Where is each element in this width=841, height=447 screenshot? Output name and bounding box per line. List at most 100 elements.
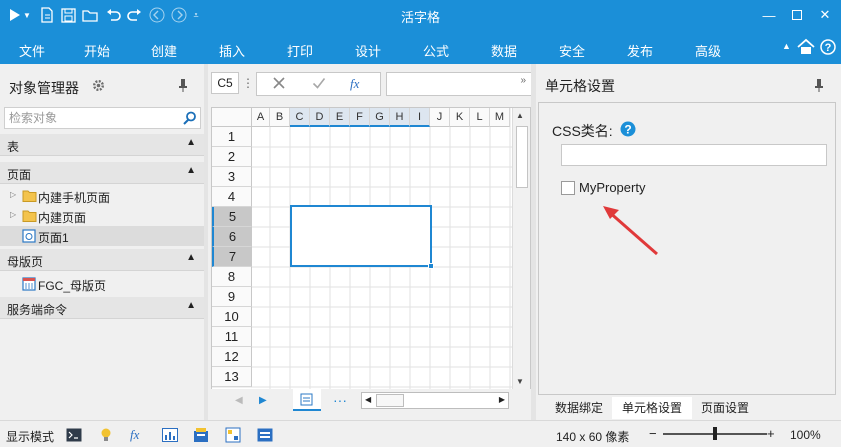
- menu-insert[interactable]: 插入: [219, 41, 245, 60]
- row-header[interactable]: 3: [212, 167, 252, 187]
- minimize-icon[interactable]: —: [758, 4, 780, 26]
- row-header[interactable]: 11: [212, 327, 252, 347]
- row-header[interactable]: 13: [212, 367, 252, 387]
- tree-item-master-page[interactable]: FGC_母版页: [0, 274, 204, 294]
- fill-handle[interactable]: [428, 263, 434, 269]
- menu-home[interactable]: 开始: [84, 41, 110, 60]
- scroll-down-icon[interactable]: ▼: [516, 377, 524, 386]
- column-header[interactable]: M: [490, 108, 510, 127]
- toolbox-icon[interactable]: [193, 427, 209, 443]
- pin-icon[interactable]: [814, 78, 824, 95]
- expand-formula-icon[interactable]: »: [520, 75, 526, 86]
- formula-input[interactable]: »: [386, 72, 532, 96]
- row-header[interactable]: 2: [212, 147, 252, 167]
- section-server-commands[interactable]: 服务端命令 ▲: [0, 297, 204, 319]
- collapse-icon[interactable]: ▲: [186, 165, 196, 176]
- row-header[interactable]: 6: [212, 227, 252, 247]
- collapse-icon[interactable]: ▲: [186, 252, 196, 263]
- gear-icon[interactable]: [92, 79, 105, 95]
- scroll-left-icon[interactable]: ◀: [365, 395, 371, 404]
- menu-formula[interactable]: 公式: [423, 41, 449, 60]
- tab-page-settings[interactable]: 页面设置: [692, 397, 758, 419]
- column-header[interactable]: B: [270, 108, 290, 127]
- prev-sheet-icon[interactable]: ◀: [235, 395, 243, 406]
- menu-advanced[interactable]: 高级: [695, 41, 721, 60]
- collapse-icon[interactable]: ▲: [186, 137, 196, 148]
- help-icon[interactable]: ?: [620, 121, 636, 140]
- tab-data-binding[interactable]: 数据绑定: [546, 397, 612, 419]
- row-header[interactable]: 1: [212, 127, 252, 147]
- chart-icon[interactable]: [162, 427, 178, 443]
- more-sheets-icon[interactable]: ···: [333, 392, 347, 408]
- lightbulb-icon[interactable]: [98, 427, 114, 443]
- object-search-input[interactable]: [5, 108, 175, 128]
- selected-cell-range[interactable]: [290, 205, 432, 267]
- home-icon[interactable]: [797, 38, 815, 58]
- close-icon[interactable]: ✕: [814, 4, 836, 26]
- expand-icon[interactable]: ▷: [10, 190, 16, 199]
- terminal-icon[interactable]: [66, 427, 82, 443]
- row-header[interactable]: 10: [212, 307, 252, 327]
- menu-design[interactable]: 设计: [355, 41, 381, 60]
- zoom-slider-thumb[interactable]: [713, 427, 717, 440]
- menu-publish[interactable]: 发布: [627, 41, 653, 60]
- row-header[interactable]: 12: [212, 347, 252, 367]
- help-icon[interactable]: ?: [820, 39, 836, 58]
- zoom-out-icon[interactable]: −: [649, 426, 657, 441]
- row-header[interactable]: 9: [212, 287, 252, 307]
- menu-print[interactable]: 打印: [287, 41, 313, 60]
- spreadsheet-grid[interactable]: A B C D E F G H I J K L M 1 2 3 4 5 6 7 …: [211, 107, 531, 394]
- myproperty-checkbox[interactable]: [561, 181, 575, 195]
- zoom-in-icon[interactable]: +: [767, 426, 775, 441]
- search-icon[interactable]: [183, 111, 197, 128]
- row-header[interactable]: 7: [212, 247, 252, 267]
- collapse-icon[interactable]: ▲: [186, 300, 196, 311]
- scroll-right-icon[interactable]: ▶: [499, 395, 505, 404]
- maximize-icon[interactable]: [786, 4, 808, 26]
- cancel-formula-icon[interactable]: [272, 76, 286, 93]
- css-class-input[interactable]: [561, 144, 827, 166]
- row-header[interactable]: 5: [212, 207, 252, 227]
- column-header[interactable]: D: [310, 108, 330, 127]
- menu-data[interactable]: 数据: [491, 41, 517, 60]
- section-master-pages[interactable]: 母版页 ▲: [0, 249, 204, 271]
- tab-cell-settings[interactable]: 单元格设置: [612, 397, 692, 419]
- column-header[interactable]: A: [252, 108, 270, 127]
- scroll-thumb[interactable]: [516, 126, 528, 188]
- menu-file[interactable]: 文件: [19, 41, 45, 60]
- column-header[interactable]: H: [390, 108, 410, 127]
- tree-item-builtin-page[interactable]: ▷ 内建页面: [0, 206, 204, 226]
- ribbon-collapse-icon[interactable]: ▲: [782, 41, 791, 51]
- column-header[interactable]: F: [350, 108, 370, 127]
- myproperty-label[interactable]: MyProperty: [579, 180, 645, 195]
- row-header[interactable]: 4: [212, 187, 252, 207]
- select-all-corner[interactable]: [212, 108, 252, 127]
- layout-icon[interactable]: [257, 427, 273, 443]
- formula-icon[interactable]: fx: [130, 427, 146, 443]
- expand-icon[interactable]: ▷: [10, 210, 16, 219]
- column-header[interactable]: G: [370, 108, 390, 127]
- cell-reference-box[interactable]: C5: [211, 72, 239, 94]
- column-header[interactable]: K: [450, 108, 470, 127]
- pin-icon[interactable]: [178, 78, 188, 95]
- column-header[interactable]: E: [330, 108, 350, 127]
- next-sheet-icon[interactable]: ▶: [259, 395, 267, 406]
- more-dots-icon[interactable]: ⋮: [242, 76, 254, 90]
- column-header[interactable]: I: [410, 108, 430, 127]
- row-header[interactable]: 8: [212, 267, 252, 287]
- column-header[interactable]: L: [470, 108, 490, 127]
- section-tables[interactable]: 表 ▲: [0, 134, 204, 156]
- column-header[interactable]: C: [290, 108, 310, 127]
- scroll-up-icon[interactable]: ▲: [516, 111, 524, 120]
- tree-item-mobile-page[interactable]: ▷ 内建手机页面: [0, 186, 204, 206]
- h-scroll-thumb[interactable]: [376, 394, 404, 407]
- menu-security[interactable]: 安全: [559, 41, 585, 60]
- column-header[interactable]: J: [430, 108, 450, 127]
- sheet-tab-page1[interactable]: [293, 389, 321, 411]
- database-icon[interactable]: [225, 427, 241, 443]
- section-pages[interactable]: 页面 ▲: [0, 162, 204, 184]
- menu-create[interactable]: 创建: [151, 41, 177, 60]
- horizontal-scrollbar[interactable]: ◀ ▶: [361, 392, 509, 409]
- confirm-formula-icon[interactable]: [312, 76, 326, 93]
- tree-item-page1[interactable]: 页面1: [0, 226, 204, 246]
